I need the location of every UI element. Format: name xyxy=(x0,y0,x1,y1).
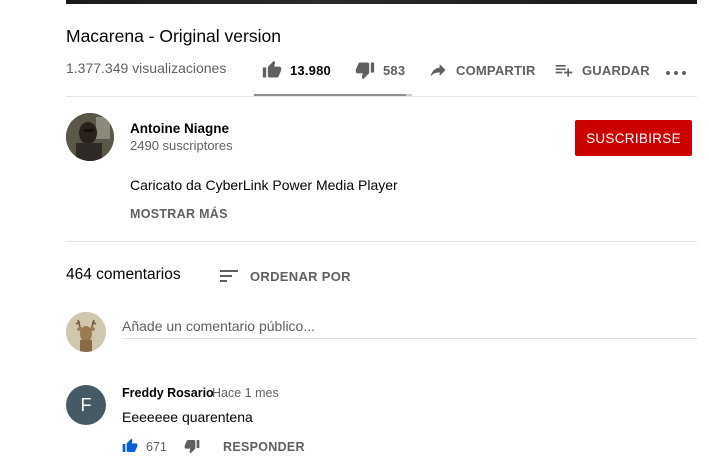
channel-name[interactable]: Antoine Niagne xyxy=(130,121,229,136)
video-title: Macarena - Original version xyxy=(66,26,281,46)
sort-icon xyxy=(220,270,238,282)
share-label: COMPARTIR xyxy=(456,62,536,78)
comment-reply-button[interactable]: RESPONDER xyxy=(223,440,305,454)
thumb-down-icon xyxy=(184,440,200,454)
show-more-button[interactable]: MOSTRAR MÁS xyxy=(130,207,228,221)
dislike-button[interactable]: 583 xyxy=(355,58,405,82)
video-description: Caricato da CyberLink Power Media Player xyxy=(130,177,398,193)
thumb-up-icon xyxy=(122,438,138,452)
comment-dislike-button[interactable] xyxy=(184,438,200,459)
deer-avatar-image xyxy=(66,312,106,352)
share-icon xyxy=(430,64,446,77)
comment-author-name[interactable]: Freddy Rosario xyxy=(122,386,214,400)
sort-button[interactable]: ORDENAR POR xyxy=(220,266,351,286)
comment-author-avatar[interactable]: F xyxy=(66,385,106,425)
divider-top xyxy=(66,96,697,97)
channel-avatar[interactable] xyxy=(66,113,114,161)
video-player-bottom[interactable] xyxy=(66,0,697,4)
save-label: GUARDAR xyxy=(582,62,650,78)
comments-count: 464 comentarios xyxy=(66,266,181,283)
sort-label: ORDENAR POR xyxy=(250,268,351,284)
comment-like-count: 671 xyxy=(146,440,167,454)
share-button[interactable]: COMPARTIR xyxy=(428,58,536,82)
channel-avatar-image xyxy=(66,113,114,161)
subscribe-button[interactable]: SUSCRIBIRSE xyxy=(575,120,692,156)
user-avatar xyxy=(66,312,106,352)
more-icon xyxy=(666,71,686,75)
like-button[interactable]: 13.980 xyxy=(262,58,331,82)
comment-timestamp[interactable]: Hace 1 mes xyxy=(212,386,279,400)
view-count: 1.377.349 visualizaciones xyxy=(66,60,227,76)
dislike-count: 583 xyxy=(383,62,406,78)
comment-like-button[interactable] xyxy=(122,438,138,459)
thumb-down-icon xyxy=(355,62,375,80)
add-comment-input[interactable] xyxy=(122,313,697,339)
thumb-up-icon xyxy=(262,60,282,78)
save-button[interactable]: GUARDAR xyxy=(554,58,650,82)
playlist-add-icon xyxy=(555,65,573,77)
like-count: 13.980 xyxy=(290,62,331,78)
comment-text: Eeeeeee quarentena xyxy=(122,409,253,425)
divider-description xyxy=(66,241,697,242)
more-actions-button[interactable] xyxy=(665,58,687,82)
subscriber-count: 2490 suscriptores xyxy=(130,138,233,153)
